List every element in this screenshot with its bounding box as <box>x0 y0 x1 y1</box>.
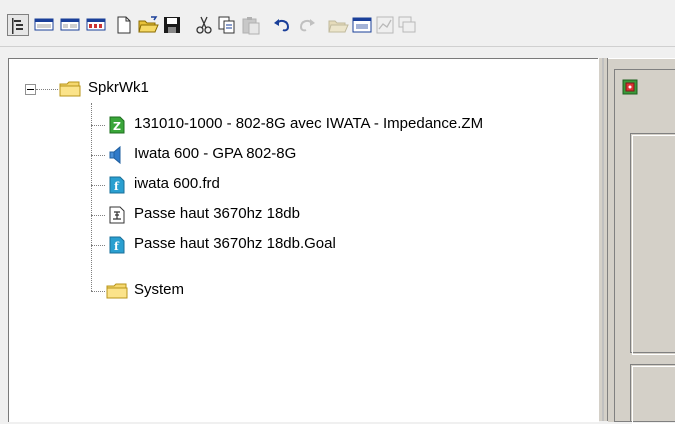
window-icon[interactable] <box>351 14 373 36</box>
cut-icon[interactable] <box>193 14 215 36</box>
multi-window-icon[interactable] <box>396 14 418 36</box>
tree-item-label[interactable]: Passe haut 3670hz 18db <box>134 204 300 224</box>
folder-icon <box>106 281 128 301</box>
svg-text:Z: Z <box>113 120 121 133</box>
panel-view-3-icon[interactable] <box>85 14 107 36</box>
tree-item-label[interactable]: Passe haut 3670hz 18db.Goal <box>134 234 336 254</box>
save-icon[interactable] <box>161 14 183 36</box>
undo-icon[interactable] <box>271 14 293 36</box>
tree-item-label[interactable]: System <box>134 280 184 300</box>
panel-view-2-icon[interactable] <box>59 14 81 36</box>
folder-icon <box>59 79 81 99</box>
frequency-file-icon: f <box>107 175 127 195</box>
tree-connector <box>91 291 105 292</box>
tree-connector <box>91 125 105 126</box>
graph-icon[interactable] <box>374 14 396 36</box>
impedance-file-icon: Z <box>107 115 127 135</box>
pane-splitter[interactable] <box>598 58 608 421</box>
goal-file-icon: f <box>107 235 127 255</box>
right-panel <box>608 58 675 424</box>
tree-connector <box>91 155 105 156</box>
tree-connector <box>91 215 105 216</box>
group-box <box>630 133 675 355</box>
redo-icon[interactable] <box>296 14 318 36</box>
open-folder-icon[interactable] <box>137 14 159 36</box>
tree-view-icon[interactable] <box>7 14 29 36</box>
tree-connector <box>36 89 58 90</box>
tree-connector <box>91 103 92 291</box>
module-icon[interactable] <box>622 79 638 95</box>
open-folder-2-icon[interactable] <box>327 14 349 36</box>
tree-item-label[interactable]: iwata 600.frd <box>134 174 220 194</box>
group-box <box>630 364 675 424</box>
filter-circuit-icon <box>107 205 127 225</box>
speaker-icon <box>107 145 127 165</box>
collapse-toggle[interactable] <box>25 84 36 95</box>
copy-icon[interactable] <box>216 14 238 36</box>
tree-connector <box>91 185 105 186</box>
tree-item-label[interactable]: Iwata 600 - GPA 802-8G <box>134 144 296 164</box>
paste-icon[interactable] <box>240 14 262 36</box>
panel-view-1-icon[interactable] <box>33 14 55 36</box>
new-document-icon[interactable] <box>113 14 135 36</box>
project-tree[interactable]: SpkrWk1 Z 131010-1000 - 802-8G avec IWAT… <box>8 58 599 422</box>
tree-item-label[interactable]: 131010-1000 - 802-8G avec IWATA - Impeda… <box>134 114 483 134</box>
tree-connector <box>91 245 105 246</box>
tree-root-label[interactable]: SpkrWk1 <box>88 78 149 98</box>
main-toolbar <box>0 0 675 46</box>
